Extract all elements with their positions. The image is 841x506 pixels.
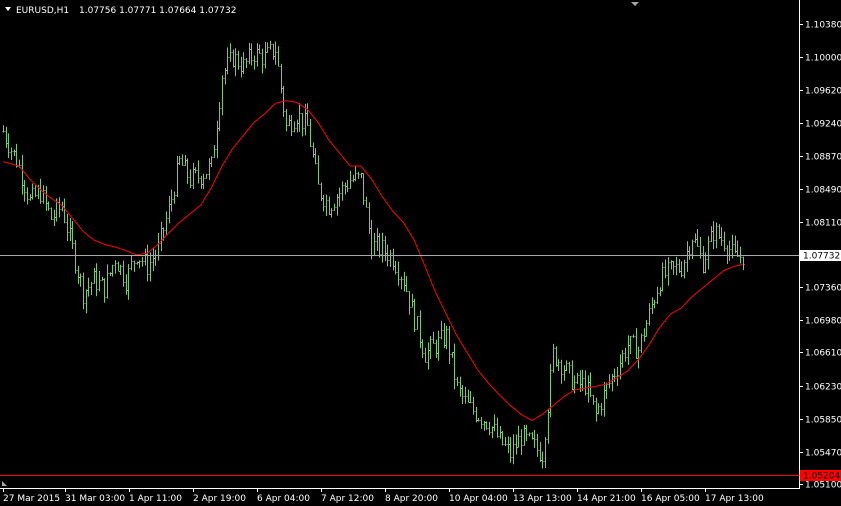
time-tick-label: 7 Apr 12:00 [321,494,374,504]
price-chart[interactable]: 1.10380 1.10000 1.09620 1.09240 1.08870 1.084… [0,0,841,506]
price-tick-label: 1.06610 [805,349,841,359]
price-tick-label: 1.05470 [805,449,841,459]
time-tick-label: 27 Mar 2015 [3,494,60,504]
time-tick-label: 14 Apr 21:00 [577,494,636,504]
level-price-value: 1.05204 [803,472,840,482]
price-tick-label: 1.08870 [805,153,841,163]
price-tick-label: 1.10000 [805,54,841,64]
time-tick-label: 1 Apr 11:00 [129,494,182,504]
price-tick-label: 1.08110 [805,219,841,229]
price-tick-label: 1.09240 [805,120,841,130]
chart-background [0,0,841,506]
level-price-badge: 1.05204 [800,470,841,482]
time-tick-label: 16 Apr 05:00 [641,494,700,504]
symbol-label: EURUSD,H1 [16,6,69,16]
time-tick-label: 17 Apr 13:00 [705,494,764,504]
time-tick-label: 13 Apr 13:00 [513,494,572,504]
current-price-badge: 1.07732 [800,250,841,262]
time-tick-label: 31 Mar 03:00 [65,494,125,504]
time-tick-label: 10 Apr 04:00 [449,494,508,504]
time-tick-label: 2 Apr 19:00 [193,494,246,504]
current-price-value: 1.07732 [803,252,840,262]
price-tick-label: 1.10380 [805,21,841,31]
price-tick-label: 1.05850 [805,416,841,426]
price-tick-label: 1.05100 [805,481,841,491]
price-tick-label: 1.09620 [805,87,841,97]
price-tick-label: 1.08490 [805,186,841,196]
price-tick-label: 1.06980 [805,317,841,327]
ohlc-values: 1.07756 1.07771 1.07664 1.07732 [79,6,236,16]
time-tick-label: 6 Apr 04:00 [257,494,310,504]
time-tick-label: 8 Apr 20:00 [385,494,438,504]
price-tick-label: 1.07360 [805,284,841,294]
price-tick-label: 1.06230 [805,383,841,393]
